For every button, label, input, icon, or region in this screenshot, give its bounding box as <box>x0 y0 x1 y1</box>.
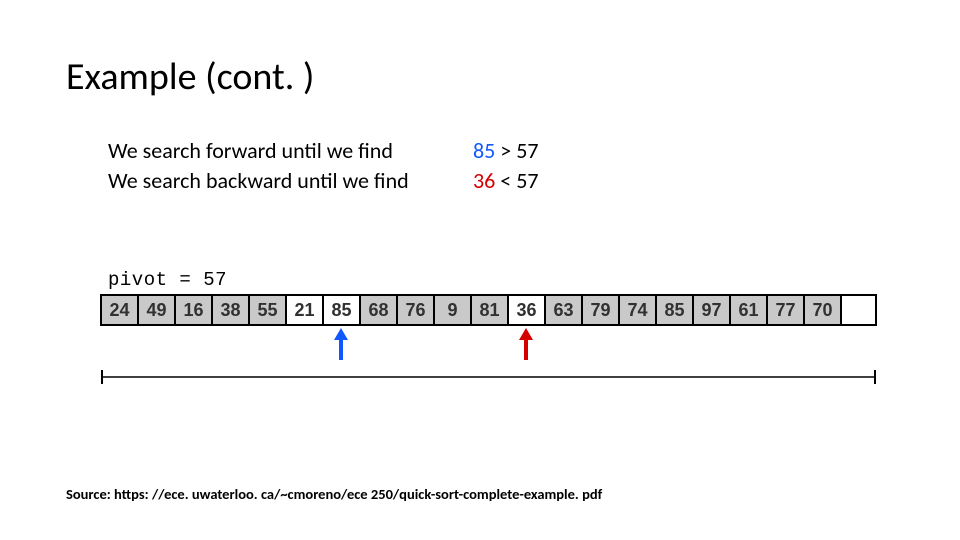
forward-pointer-arrow <box>322 326 359 362</box>
body-line-1: We search forward until we find 85 > 57 <box>108 136 539 166</box>
source-citation: Source: https: //ece. uwaterloo. ca/~cmo… <box>66 485 602 503</box>
array-cell: 9 <box>433 296 470 324</box>
array-cell: 36 <box>507 296 544 324</box>
line2-value: 36 <box>473 167 495 194</box>
slide-body: We search forward until we find 85 > 57 … <box>108 136 539 195</box>
array-row: 24 49 16 38 55 21 85 68 76 9 81 36 63 79… <box>100 294 877 326</box>
pivot-label: pivot = 57 <box>108 269 227 291</box>
line2-cmp: < 57 <box>495 167 538 194</box>
line1-cmp: > 57 <box>495 137 538 164</box>
line1-value: 85 <box>473 137 495 164</box>
array-cell: 79 <box>581 296 618 324</box>
array-cell: 16 <box>174 296 211 324</box>
array-cell: 76 <box>396 296 433 324</box>
array-cell: 68 <box>359 296 396 324</box>
array-cell: 81 <box>470 296 507 324</box>
array-cell: 49 <box>137 296 174 324</box>
array-cell-empty <box>840 296 877 324</box>
array-cell: 21 <box>285 296 322 324</box>
arrow-up-icon <box>516 326 536 362</box>
slide-title: Example (cont. ) <box>66 54 314 100</box>
array-cell: 70 <box>803 296 840 324</box>
range-line-icon <box>100 370 877 384</box>
array-cell: 24 <box>100 296 137 324</box>
array-cell: 38 <box>211 296 248 324</box>
array-cell: 85 <box>655 296 692 324</box>
array-cell: 55 <box>248 296 285 324</box>
arrow-up-icon <box>331 326 351 362</box>
array-cell: 97 <box>692 296 729 324</box>
backward-pointer-arrow <box>507 326 544 362</box>
array-cell: 77 <box>766 296 803 324</box>
line2-text: We search backward until we find <box>108 166 468 196</box>
body-line-2: We search backward until we find 36 < 57 <box>108 166 539 196</box>
slide: Example (cont. ) We search forward until… <box>0 0 960 540</box>
array-cell: 74 <box>618 296 655 324</box>
array-cell: 85 <box>322 296 359 324</box>
array-cell: 63 <box>544 296 581 324</box>
array-cell: 61 <box>729 296 766 324</box>
line1-text: We search forward until we find <box>108 136 468 166</box>
